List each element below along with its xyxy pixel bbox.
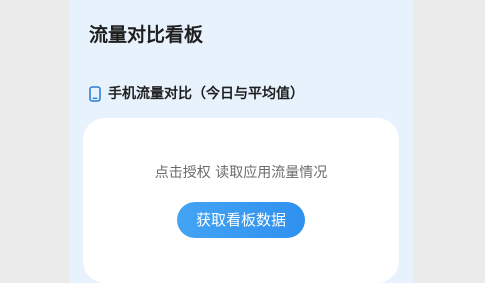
panel-title: 流量对比看板	[89, 24, 204, 46]
phone-icon	[89, 86, 101, 102]
authorization-hint: 点击授权 读取应用流量情况	[154, 165, 328, 181]
get-dashboard-data-button[interactable]: 获取看板数据	[177, 202, 305, 238]
section-header: 手机流量对比（今日与平均值）	[89, 84, 304, 104]
authorization-card: 点击授权 读取应用流量情况 获取看板数据	[83, 118, 399, 283]
dashboard-panel: 流量对比看板 手机流量对比（今日与平均值） 点击授权 读取应用流量情况 获取看板…	[70, 0, 413, 283]
section-label: 手机流量对比（今日与平均值）	[108, 86, 304, 102]
